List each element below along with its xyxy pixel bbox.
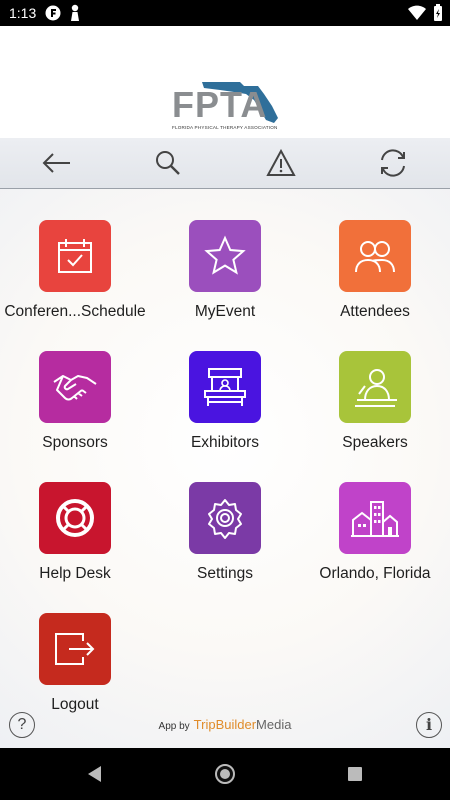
back-arrow-icon (42, 153, 70, 173)
wifi-icon (407, 4, 427, 27)
tile-label: Exhibitors (190, 434, 260, 451)
brand-suffix: Media (256, 717, 292, 732)
refresh-icon (381, 149, 405, 177)
battery-icon (432, 4, 444, 27)
gear-icon (208, 499, 242, 539)
tile-icon-bg (189, 482, 261, 554)
refresh-button[interactable] (375, 146, 411, 180)
tile-help-desk[interactable]: Help Desk (0, 482, 150, 610)
system-nav-bar (0, 748, 450, 800)
search-button[interactable] (150, 146, 186, 180)
tile-orlando-florida[interactable]: Orlando, Florida (300, 482, 450, 610)
nav-back-icon (88, 766, 101, 782)
speaker-podium-icon (355, 369, 397, 407)
tile-label: Help Desk (39, 565, 111, 582)
tile-attendees[interactable]: Attendees (300, 220, 450, 348)
logo-text: FPTA (172, 84, 268, 125)
tile-icon-bg (189, 351, 261, 423)
calendar-check-icon (58, 239, 92, 273)
info-icon: i (425, 715, 433, 734)
city-buildings-icon (351, 501, 399, 537)
search-icon (156, 151, 180, 175)
tile-icon-bg (339, 482, 411, 554)
nav-home-button[interactable] (213, 762, 237, 786)
tile-label: Conferen...Schedule (4, 303, 146, 320)
tile-icon-bg (39, 220, 111, 292)
footer-brand: App by TripBuilderMedia (0, 717, 450, 732)
tile-exhibitors[interactable]: Exhibitors (150, 351, 300, 479)
notification-icon (44, 4, 62, 27)
lifebuoy-icon (56, 499, 94, 537)
logout-icon (55, 633, 95, 665)
tile-icon-bg (339, 351, 411, 423)
tile-icon-bg (39, 351, 111, 423)
header: FPTA FLORIDA PHYSICAL THERAPY ASSOCIATIO… (0, 26, 450, 138)
toolbar (0, 138, 450, 189)
tile-label: Sponsors (42, 434, 108, 451)
status-time: 1:13 (9, 5, 37, 21)
exhibit-booth-icon (204, 368, 246, 406)
status-bar: 1:13 (0, 0, 450, 26)
fpta-logo: FPTA FLORIDA PHYSICAL THERAPY ASSOCIATIO… (168, 80, 284, 134)
tile-icon-bg (189, 220, 261, 292)
tile-icon-bg (39, 482, 111, 554)
star-icon (204, 235, 246, 275)
tile-label: Settings (196, 565, 253, 582)
tile-settings[interactable]: Settings (150, 482, 300, 610)
nav-recents-button[interactable] (343, 762, 367, 786)
nav-recents-icon (348, 767, 362, 781)
back-button[interactable] (38, 146, 74, 180)
nav-home-icon (215, 764, 235, 784)
tile-label: Speakers (342, 434, 408, 451)
warning-icon (266, 149, 296, 176)
tile-icon-bg (339, 220, 411, 292)
tile-sponsors[interactable]: Sponsors (0, 351, 150, 479)
app-by-label: App by (158, 721, 190, 732)
logo-subtitle: FLORIDA PHYSICAL THERAPY ASSOCIATION (172, 125, 278, 130)
handshake-icon (53, 375, 97, 401)
tile-speakers[interactable]: Speakers (300, 351, 450, 479)
tile-label: Orlando, Florida (319, 565, 431, 582)
tile-myevent[interactable]: MyEvent (150, 220, 300, 348)
tile-icon-bg (39, 613, 111, 685)
person-icon (68, 4, 82, 27)
tile-label: MyEvent (194, 303, 256, 320)
info-button[interactable]: i (416, 712, 442, 738)
nav-back-button[interactable] (82, 762, 106, 786)
tile-conference-schedule[interactable]: Conferen...Schedule (0, 220, 150, 348)
main-grid: Conferen...Schedule MyEvent Attendees Sp… (0, 189, 450, 748)
people-icon (355, 241, 395, 273)
tile-label: Attendees (340, 303, 410, 320)
brand-name: TripBuilder (193, 717, 257, 732)
report-button[interactable] (263, 146, 299, 180)
